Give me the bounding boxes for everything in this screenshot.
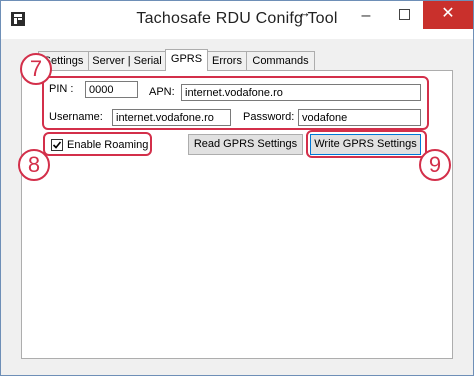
app-window: Tachosafe RDU Conifg Tool ↔ – ✕ Settings… — [0, 0, 474, 376]
annotation-box-9 — [306, 130, 427, 158]
annotation-marker-8: 8 — [18, 149, 50, 181]
tab-server-serial[interactable]: Server | Serial — [88, 51, 166, 70]
title-bar[interactable]: Tachosafe RDU Conifg Tool ↔ – ✕ — [1, 1, 473, 39]
tab-commands[interactable]: Commands — [246, 51, 315, 70]
tab-gprs[interactable]: GPRS — [165, 49, 208, 71]
minimize-icon[interactable]: – — [351, 1, 381, 31]
annotation-box-8 — [43, 132, 152, 156]
annotation-box-7 — [42, 76, 429, 130]
resize-cursor-icon: ↔ — [298, 5, 311, 20]
annotation-marker-9: 9 — [419, 149, 451, 181]
annotation-marker-7: 7 — [20, 53, 52, 85]
close-icon[interactable]: ✕ — [423, 1, 473, 29]
tab-errors[interactable]: Errors — [207, 51, 247, 70]
maximize-icon[interactable] — [389, 1, 419, 31]
read-gprs-settings-button[interactable]: Read GPRS Settings — [188, 134, 303, 155]
